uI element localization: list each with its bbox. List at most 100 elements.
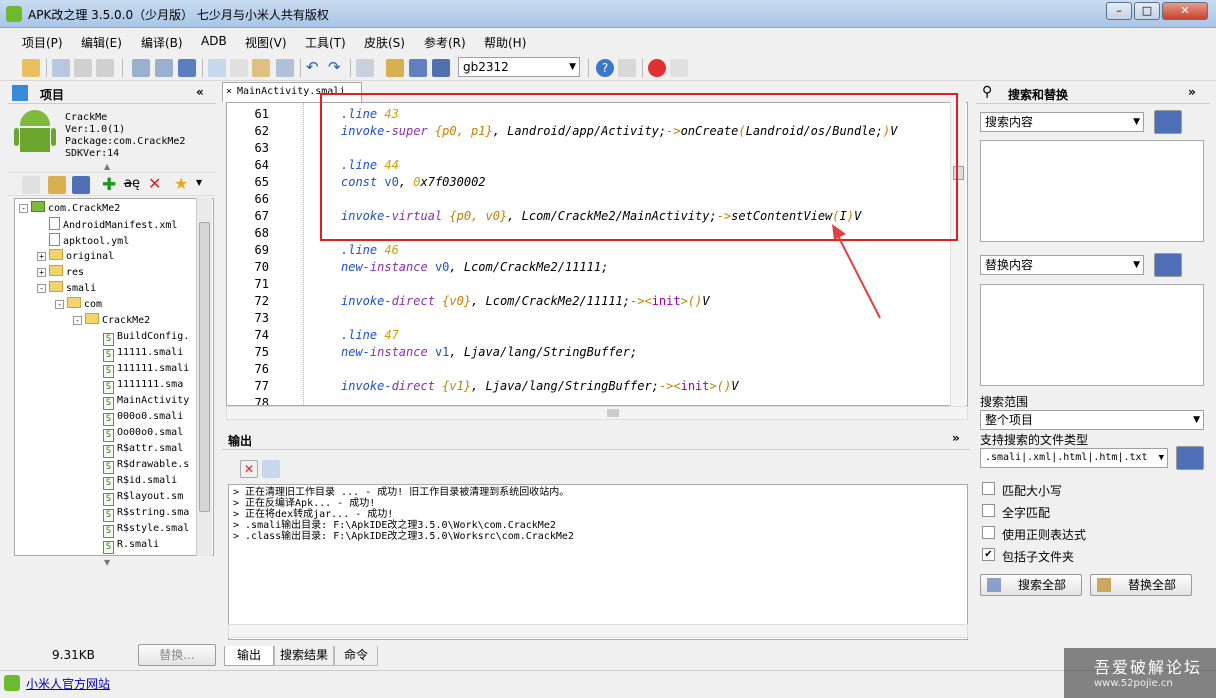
menu-project[interactable]: 项目(P) (22, 34, 63, 51)
expand-icon[interactable]: + (37, 268, 46, 277)
home-icon[interactable] (670, 59, 688, 77)
help-icon[interactable]: ? (596, 59, 614, 77)
filetypes-select[interactable]: .smali|.xml|.html|.htm|.txt ▼ (980, 448, 1168, 468)
code-line[interactable]: new-instance v1, Ljava/lang/StringBuffer… (341, 345, 637, 359)
tree-item[interactable]: - com (55, 297, 102, 313)
tree-item[interactable]: - smali (37, 281, 96, 297)
device-icon[interactable] (96, 59, 114, 77)
java-icon[interactable] (386, 59, 404, 77)
code-line[interactable]: new-instance v0, Lcom/CrackMe2/11111; (341, 260, 608, 274)
tree-item[interactable]: S 11111.smali (91, 345, 183, 362)
replace-history-icon[interactable] (1154, 253, 1182, 277)
binoculars-icon[interactable] (356, 59, 374, 77)
tab-output[interactable]: 输出 (224, 646, 274, 666)
output-log[interactable]: > 正在清理旧工作目录 ... - 成功! 旧工作目录被清理到系统回收站内。 > … (228, 484, 968, 640)
maximize-button[interactable]: □ (1134, 2, 1160, 20)
close-icon[interactable]: × (226, 83, 232, 101)
tree-item[interactable]: + res (37, 265, 84, 281)
tree-item[interactable]: S R$style.smal (91, 521, 189, 538)
tree-item[interactable]: - com.CrackMe2 (19, 201, 120, 217)
code-line[interactable]: .line 47 (341, 328, 399, 342)
collapse-icon[interactable]: - (19, 204, 28, 213)
compile-icon[interactable] (52, 59, 70, 77)
editor-hscrollbar[interactable] (226, 406, 968, 420)
undo-icon[interactable]: ↶ (306, 59, 324, 77)
official-site-link[interactable]: 小米人官方网站 (26, 675, 110, 692)
tree-item[interactable]: S R.smali (91, 537, 159, 554)
clear-output-icon[interactable]: ✕ (240, 460, 258, 478)
find-combo[interactable]: 搜索内容 ▼ (980, 112, 1144, 132)
tree-item[interactable]: S R$string.sma (91, 505, 189, 522)
redo-icon[interactable]: ↷ (328, 59, 346, 77)
tree-item[interactable]: AndroidManifest.xml (37, 217, 177, 233)
close-button[interactable]: ✕ (1162, 2, 1208, 20)
save-icon[interactable] (132, 59, 150, 77)
search-collapse-button[interactable]: » (1188, 85, 1196, 99)
collapse-icon[interactable]: - (73, 316, 82, 325)
page-icon[interactable] (22, 176, 40, 194)
output-collapse-button[interactable]: » (952, 431, 960, 445)
tree-item[interactable]: S 000o0.smali (91, 409, 183, 426)
code-line[interactable]: invoke-direct {v0}, Lcom/CrackMe2/11111;… (341, 294, 710, 308)
menu-view[interactable]: 视图(V) (245, 34, 287, 51)
tree-item[interactable]: S 1111111.sma (91, 377, 183, 394)
copy-icon[interactable] (208, 59, 226, 77)
delete-icon[interactable]: ✕ (148, 174, 161, 193)
editor-hscroll-thumb[interactable] (607, 409, 619, 417)
minimize-button[interactable]: – (1106, 2, 1132, 20)
match-case-checkbox[interactable] (982, 482, 995, 495)
expand-icon[interactable]: + (37, 252, 46, 261)
search-all-button[interactable]: 搜索全部 (980, 574, 1082, 596)
menu-skin[interactable]: 皮肤(S) (364, 34, 405, 51)
output-hscrollbar[interactable] (228, 624, 968, 638)
tab-search-results[interactable]: 搜索结果 (274, 646, 334, 666)
find-icon[interactable] (276, 59, 294, 77)
menu-tools[interactable]: 工具(T) (305, 34, 346, 51)
save-all-icon[interactable] (178, 59, 196, 77)
filetypes-edit-icon[interactable] (1176, 446, 1204, 470)
copy-output-icon[interactable] (262, 460, 280, 478)
chevron-down-icon[interactable]: ▼ (196, 178, 202, 187)
replace-text-area[interactable] (980, 284, 1204, 386)
project-collapse-button[interactable]: « (196, 85, 204, 99)
run-icon[interactable] (74, 59, 92, 77)
cut-icon[interactable] (230, 59, 248, 77)
open-folder-icon[interactable] (22, 59, 40, 77)
replace-combo[interactable]: 替换内容 ▼ (980, 255, 1144, 275)
scope-select[interactable]: 整个项目 ▼ (980, 410, 1204, 430)
menu-adb[interactable]: ADB (201, 34, 227, 48)
tab-command[interactable]: 命令 (334, 646, 378, 666)
tree-item[interactable]: S 111111.smali (91, 361, 189, 378)
find-history-icon[interactable] (1154, 110, 1182, 134)
tree-item[interactable]: S BuildConfig. (91, 329, 189, 346)
whole-word-checkbox[interactable] (982, 504, 995, 517)
tree-item[interactable]: + original (37, 249, 114, 265)
find-text-area[interactable] (980, 140, 1204, 242)
tree-item[interactable]: S R$id.smali (91, 473, 177, 490)
rename-icon[interactable]: a̶ę (124, 176, 140, 191)
tree-item[interactable]: S Oo00o0.smal (91, 425, 183, 442)
add-icon[interactable]: ✚ (102, 175, 116, 195)
save-as-icon[interactable] (155, 59, 173, 77)
weibo-icon[interactable] (648, 59, 666, 77)
splitter-up-icon[interactable]: ▲ (104, 162, 110, 171)
tree-item[interactable]: apktool.yml (37, 233, 129, 249)
tree-item[interactable]: S R$attr.smal (91, 441, 183, 458)
encoding-select[interactable]: gb2312 ▼ (458, 57, 580, 77)
tree-item[interactable]: S R$drawable.s (91, 457, 189, 474)
bug-icon[interactable] (618, 59, 636, 77)
menu-build[interactable]: 编译(B) (141, 34, 183, 51)
paste-icon[interactable] (252, 59, 270, 77)
code-line[interactable]: invoke-direct {v1}, Ljava/lang/StringBuf… (341, 379, 738, 393)
menu-reference[interactable]: 参考(R) (424, 34, 466, 51)
tree-scroll-thumb[interactable] (199, 222, 210, 512)
collapse-icon[interactable]: - (55, 300, 64, 309)
menu-edit[interactable]: 编辑(E) (81, 34, 122, 51)
source-icon[interactable] (72, 176, 90, 194)
tree-item[interactable]: S R$layout.sm (91, 489, 183, 506)
menu-help[interactable]: 帮助(H) (484, 34, 526, 51)
replace-button[interactable]: 替换... (138, 644, 216, 666)
favorite-icon[interactable]: ★ (174, 174, 188, 193)
collapse-icon[interactable]: - (37, 284, 46, 293)
java-icon[interactable] (48, 176, 66, 194)
